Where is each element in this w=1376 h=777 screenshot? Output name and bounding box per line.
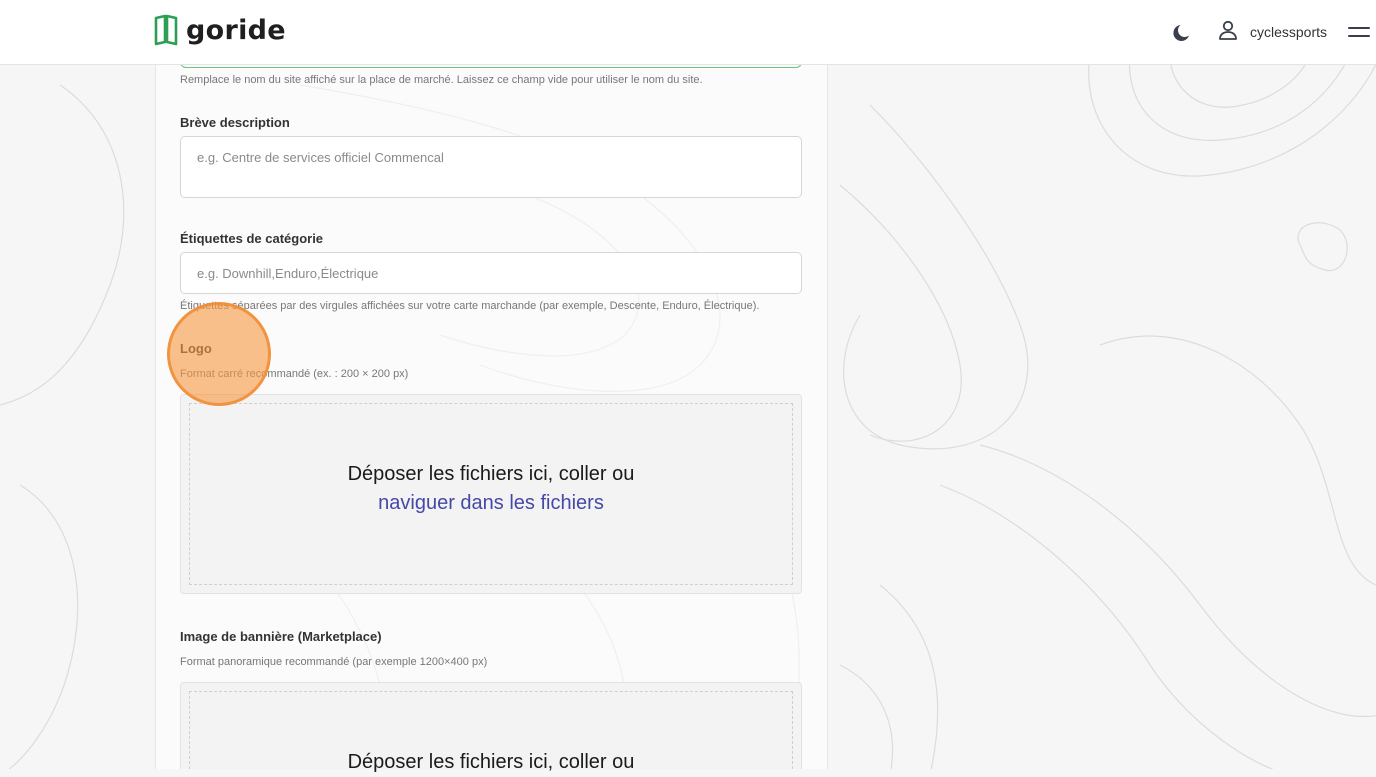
hamburger-menu-icon [1348,27,1370,46]
brand-name: goride [186,14,286,46]
username: cyclessports [1250,24,1328,40]
logo-browse-link[interactable]: naviguer dans les fichiers [190,489,792,518]
brand-logo[interactable]: goride [154,14,286,46]
description-input[interactable] [180,136,802,198]
banner-label: Image de bannière (Marketplace) [180,629,382,644]
logo-dropzone[interactable]: Déposer les fichiers ici, coller ou navi… [180,394,802,594]
banner-dropzone[interactable]: Déposer les fichiers ici, coller ou [180,682,802,773]
logo-label: Logo [180,341,212,356]
tags-label: Étiquettes de catégorie [180,231,324,246]
moon-icon [1170,25,1194,48]
banner-drop-text: Déposer les fichiers ici, coller ou [347,751,635,773]
banner-dropzone-area: Déposer les fichiers ici, coller ou [189,691,793,773]
logo-help: Format carré recommandé (ex. : 200 × 200… [180,368,409,380]
banner-help: Format panoramique recommandé (par exemp… [180,656,488,668]
site-name-help: Remplace le nom du site affiché sur la p… [180,74,703,86]
user-menu-button[interactable]: cyclessports [1216,20,1327,44]
description-label: Brève description [180,115,290,130]
theme-toggle-button[interactable] [1170,20,1194,44]
book-open-icon [154,14,178,46]
user-icon [1216,18,1240,47]
top-navbar: goride cyclessports [0,0,1376,65]
logo-drop-text: Déposer les fichiers ici, coller ou [347,463,635,485]
tags-input[interactable] [180,252,802,294]
logo-dropzone-area: Déposer les fichiers ici, coller ou navi… [189,403,793,585]
tags-help: Étiquettes séparées par des virgules aff… [180,300,760,312]
hamburger-menu-button[interactable] [1348,22,1370,42]
